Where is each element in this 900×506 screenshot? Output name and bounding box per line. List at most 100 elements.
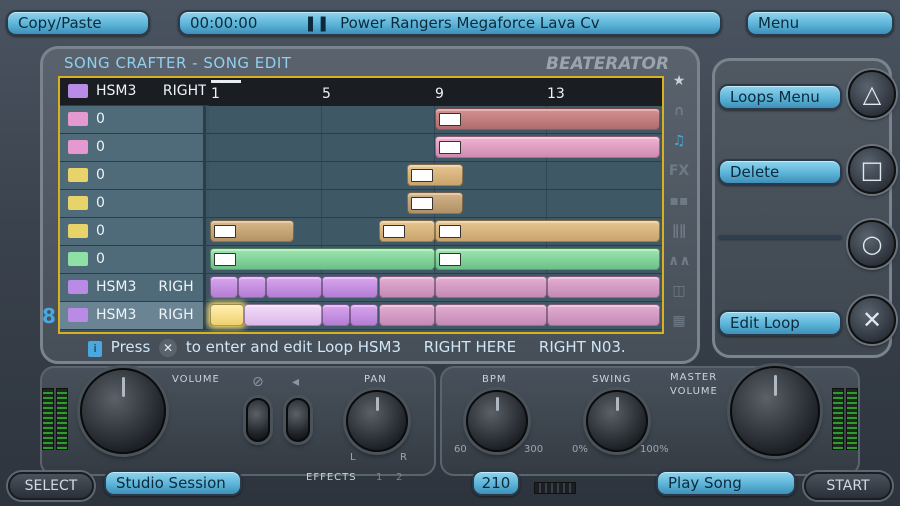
track-row[interactable]: 0 [60, 134, 662, 162]
track-value: 0 [96, 251, 105, 267]
track-value: 0 [96, 167, 105, 183]
song-info-bar: 00:00:00 ❚❚ Power Rangers Megaforce Lava… [178, 10, 722, 36]
track-label[interactable]: 0 [60, 246, 206, 273]
pan-knob[interactable] [346, 390, 408, 452]
loop-block[interactable] [350, 304, 378, 326]
loop-block[interactable] [435, 220, 660, 242]
header-extra: RIGHT [162, 83, 206, 99]
solo-toggle[interactable] [286, 398, 310, 442]
loop-block[interactable] [407, 164, 463, 186]
bpm-value-display[interactable]: 210 [472, 470, 520, 496]
bpm-label: BPM [482, 374, 507, 385]
grid-icon[interactable]: ▦ [668, 310, 690, 332]
track-value: HSM3 [96, 307, 137, 323]
circle-button-icon[interactable]: ○ [848, 220, 896, 268]
wave-icon[interactable]: ∧∧ [668, 250, 691, 272]
sample-icon[interactable]: ◫ [668, 280, 690, 302]
loop-block[interactable] [435, 248, 660, 270]
loop-block[interactable] [322, 276, 378, 298]
track-label[interactable]: HSM3 RIGH [60, 274, 206, 301]
menu-button[interactable]: Menu [746, 10, 894, 36]
loop-block[interactable] [547, 276, 660, 298]
beaterator-logo: BEATERATOR [546, 54, 670, 74]
master-volume-knob[interactable] [730, 366, 820, 456]
loops-menu-button[interactable]: Loops Menu [718, 84, 842, 110]
delete-button[interactable]: Delete [718, 159, 842, 185]
keyboard-icon [68, 112, 88, 126]
track-lane[interactable] [209, 162, 662, 189]
blank-menu-button[interactable] [718, 235, 842, 239]
edit-loop-button[interactable]: Edit Loop [718, 310, 842, 336]
loop-block[interactable] [435, 136, 660, 158]
track-lane[interactable] [209, 246, 662, 273]
keyboard-icon [383, 225, 405, 238]
play-song-button[interactable]: Play Song [656, 470, 796, 496]
loop-block[interactable] [210, 276, 238, 298]
track-lane[interactable] [209, 274, 662, 301]
track-row[interactable]: 0 [60, 162, 662, 190]
selected-loop-block[interactable] [210, 304, 244, 326]
bpm-knob[interactable] [466, 390, 528, 452]
cross-button-icon[interactable]: ✕ [848, 296, 896, 344]
bar-ruler: 1 5 9 13 [209, 78, 662, 106]
fx-icon[interactable]: FX [668, 160, 690, 182]
loop-block[interactable] [407, 192, 463, 214]
keyboard-icon [68, 168, 88, 182]
keyboard-icon [439, 141, 461, 154]
track-lane[interactable] [209, 218, 662, 245]
track-lane[interactable] [209, 302, 662, 329]
loop-block[interactable] [379, 220, 435, 242]
track-row[interactable]: 0 [60, 246, 662, 274]
triangle-button-icon[interactable]: △ [848, 70, 896, 118]
volume-knob[interactable] [80, 368, 166, 454]
mute-toggle[interactable] [246, 398, 270, 442]
track-row-selected[interactable]: HSM3 RIGH [60, 302, 662, 330]
pan-right-label: R [400, 452, 407, 463]
loop-block[interactable] [547, 304, 660, 326]
loop-block[interactable] [435, 304, 547, 326]
loop-block[interactable] [244, 304, 322, 326]
bars-icon[interactable]: ∥∥ [668, 220, 690, 242]
track-row[interactable]: 0 [60, 106, 662, 134]
status-line: i Press ✕ to enter and edit Loop HSM3 RI… [88, 338, 626, 357]
track-label[interactable]: 0 [60, 162, 206, 189]
track-label[interactable]: 0 [60, 218, 206, 245]
loop-block[interactable] [379, 304, 435, 326]
track-label[interactable]: 0 [60, 106, 206, 133]
studio-session-button[interactable]: Studio Session [104, 470, 242, 496]
loop-block[interactable] [210, 248, 435, 270]
track-row[interactable]: 0 [60, 218, 662, 246]
pattern-icon[interactable]: ▪▪ [668, 190, 690, 212]
loop-block[interactable] [266, 276, 322, 298]
track-row[interactable]: HSM3 RIGH [60, 274, 662, 302]
select-button[interactable]: SELECT [8, 472, 94, 500]
loop-block[interactable] [322, 304, 350, 326]
track-value: HSM3 [96, 279, 137, 295]
swing-max-label: 100% [640, 444, 669, 455]
track-label[interactable]: HSM3 RIGH [60, 302, 206, 329]
headphones-icon[interactable]: ∩ [668, 100, 690, 122]
track-label[interactable]: 0 [60, 190, 206, 217]
loop-block[interactable] [379, 276, 435, 298]
loop-block[interactable] [238, 276, 266, 298]
track-lane[interactable] [209, 106, 662, 133]
loop-block[interactable] [435, 108, 660, 130]
cross-button-icon: ✕ [159, 339, 178, 357]
track-lane[interactable] [209, 134, 662, 161]
track-lane[interactable] [209, 190, 662, 217]
track-row[interactable]: 0 [60, 190, 662, 218]
right-level-meter-2 [846, 388, 858, 450]
music-note-icon[interactable]: ♫ [668, 130, 690, 152]
copy-paste-button[interactable]: Copy/Paste [6, 10, 150, 36]
star-icon[interactable]: ★ [668, 70, 690, 92]
square-button-icon[interactable]: □ [848, 146, 896, 194]
loop-block[interactable] [210, 220, 294, 242]
loop-block[interactable] [435, 276, 547, 298]
start-button[interactable]: START [804, 472, 892, 500]
track-value: 0 [96, 223, 105, 239]
playhead[interactable] [211, 80, 241, 83]
swing-knob[interactable] [586, 390, 648, 452]
song-edit-grid[interactable]: HSM3 RIGHT 1 5 9 13 0 0 0 0 0 0 HSM3 RIG… [58, 76, 664, 334]
status-part2: RIGHT HERE [423, 338, 517, 356]
track-label[interactable]: 0 [60, 134, 206, 161]
